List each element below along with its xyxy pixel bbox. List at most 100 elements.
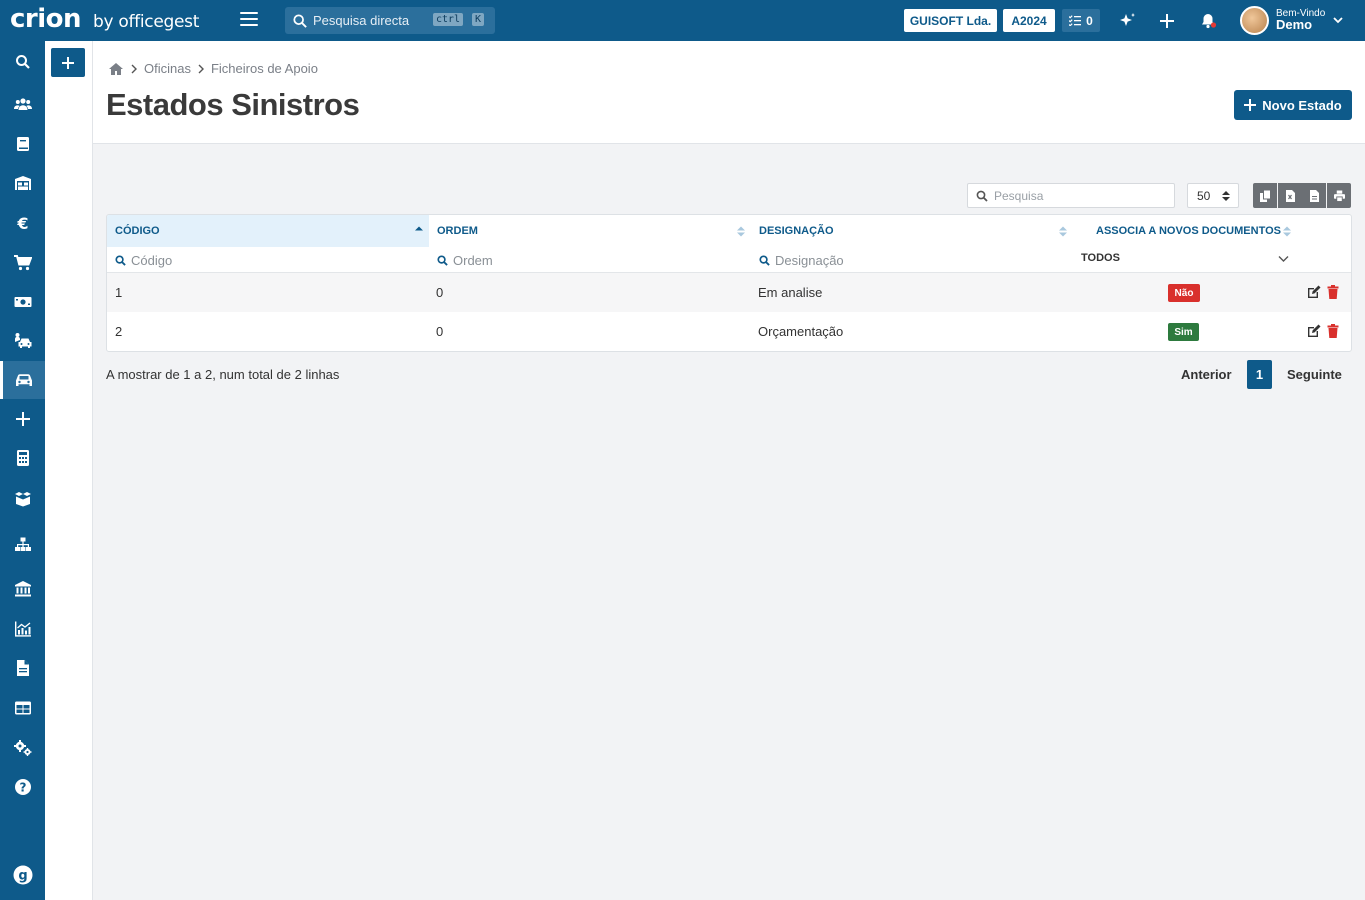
search-icon xyxy=(759,254,770,266)
excel-export-button[interactable] xyxy=(1278,183,1302,208)
breadcrumb-item-oficinas[interactable]: Oficinas xyxy=(144,61,191,76)
sidebar-item-warehouse[interactable] xyxy=(0,164,45,202)
chevron-down-icon[interactable] xyxy=(1332,14,1344,26)
data-table: Código Ordem Designação Associa a novos … xyxy=(106,214,1352,352)
cell-designacao: Em analise xyxy=(758,285,823,300)
sidebar-item-inventory[interactable] xyxy=(0,479,45,517)
table-search-placeholder: Pesquisa xyxy=(994,188,1044,203)
sidebar-item-shop[interactable] xyxy=(0,244,45,282)
copy-icon xyxy=(1259,189,1271,202)
chevron-right-icon xyxy=(131,64,137,73)
sidebar: € ? g xyxy=(0,41,45,900)
filter-associa-select[interactable]: TODOS xyxy=(1081,252,1120,264)
brand-by: by officegest xyxy=(93,12,200,32)
year-selector[interactable]: A2024 xyxy=(1003,9,1055,32)
user-name: Demo xyxy=(1276,17,1313,32)
kbd-k: K xyxy=(472,13,485,26)
column-header-codigo[interactable]: Código xyxy=(107,215,429,247)
cell-codigo: 1 xyxy=(115,285,123,300)
pagination-page-1[interactable]: 1 xyxy=(1247,360,1272,389)
sidebar-item-rentals[interactable] xyxy=(0,322,45,360)
sort-arrows-icon xyxy=(1222,191,1230,201)
pagination-previous[interactable]: Anterior xyxy=(1181,367,1232,382)
page-size-value: 50 xyxy=(1197,188,1211,203)
sidebar-item-cash[interactable] xyxy=(0,283,45,321)
sidebar-item-organization[interactable] xyxy=(0,526,45,564)
book-icon xyxy=(16,137,29,151)
column-header-associa[interactable]: Associa a novos documentos xyxy=(1089,215,1299,247)
plus-icon[interactable] xyxy=(1157,11,1177,31)
plus-icon xyxy=(62,56,74,69)
sidebar-item-more[interactable] xyxy=(0,400,45,438)
cart-icon xyxy=(13,255,32,271)
column-header-label: Associa a novos documentos xyxy=(1096,225,1281,237)
sparkle-icon[interactable] xyxy=(1118,11,1138,31)
table-info: A mostrar de 1 a 2, num total de 2 linha… xyxy=(106,367,340,382)
officegest-logo-icon: g xyxy=(13,865,32,885)
tasks-button[interactable]: 0 xyxy=(1062,9,1100,32)
breadcrumb-item-ficheiros[interactable]: Ficheiros de Apoio xyxy=(211,61,318,76)
edit-icon[interactable] xyxy=(1307,285,1321,299)
filter-placeholder: Ordem xyxy=(453,252,493,268)
column-header-designacao[interactable]: Designação xyxy=(751,215,1073,247)
sidebar-item-customers[interactable] xyxy=(0,85,45,123)
euro-icon: € xyxy=(16,214,28,232)
help-icon: ? xyxy=(14,779,31,795)
calculator-icon xyxy=(16,450,29,466)
pdf-export-button[interactable] xyxy=(1302,183,1326,208)
sidebar-item-finance[interactable]: € xyxy=(0,204,45,242)
print-button[interactable] xyxy=(1327,183,1351,208)
sidebar-item-settings[interactable] xyxy=(0,729,45,767)
table-search-input[interactable]: Pesquisa xyxy=(967,183,1175,208)
bell-icon[interactable] xyxy=(1198,11,1218,31)
users-icon xyxy=(13,98,32,110)
sidebar-item-help[interactable]: ? xyxy=(0,768,45,806)
svg-text:?: ? xyxy=(19,781,26,795)
sub-navigation xyxy=(45,41,93,900)
sidebar-item-calculator[interactable] xyxy=(0,439,45,477)
global-search[interactable]: Pesquisa directa ctrl K xyxy=(285,7,495,34)
trash-icon[interactable] xyxy=(1326,324,1340,338)
file-excel-icon xyxy=(1285,189,1295,202)
user-menu[interactable]: Bem-Vindo Demo xyxy=(1276,8,1325,32)
kbd-ctrl: ctrl xyxy=(433,13,464,26)
table-row: 2 0 Orçamentação Sim xyxy=(107,312,1351,351)
filter-designacao-input[interactable]: Designação xyxy=(751,247,1073,273)
chevron-down-icon[interactable] xyxy=(1278,255,1289,263)
new-state-button[interactable]: Novo Estado xyxy=(1234,90,1352,120)
sitemap-icon xyxy=(14,537,31,551)
pagination-next[interactable]: Seguinte xyxy=(1287,367,1342,382)
sidebar-item-workshops[interactable] xyxy=(0,361,45,399)
car-icon xyxy=(16,374,32,386)
edit-icon[interactable] xyxy=(1307,324,1321,338)
sidebar-item-tables[interactable] xyxy=(0,689,45,727)
home-icon[interactable] xyxy=(108,62,124,76)
cell-ordem: 0 xyxy=(436,324,444,339)
filter-ordem-input[interactable]: Ordem xyxy=(429,247,751,273)
search-icon xyxy=(976,190,988,202)
menu-toggle-icon[interactable] xyxy=(240,12,258,28)
car-person-icon xyxy=(14,333,31,348)
filter-codigo-input[interactable]: Código xyxy=(107,247,429,273)
table-row: 1 0 Em analise Não xyxy=(107,273,1351,312)
company-selector[interactable]: GUISOFT Lda. xyxy=(904,9,997,32)
bank-icon xyxy=(14,581,31,597)
sidebar-item-analytics[interactable] xyxy=(0,610,45,648)
page-size-select[interactable]: 50 xyxy=(1187,183,1239,208)
quick-add-button[interactable] xyxy=(51,48,85,77)
new-state-label: Novo Estado xyxy=(1262,97,1342,113)
trash-icon[interactable] xyxy=(1326,285,1340,299)
sidebar-item-documents[interactable] xyxy=(0,125,45,163)
chart-icon xyxy=(14,621,31,637)
sidebar-item-search[interactable] xyxy=(0,43,45,81)
copy-button[interactable] xyxy=(1253,183,1277,208)
box-open-icon xyxy=(14,492,31,507)
app-logo[interactable]: crion by officegest xyxy=(10,4,199,34)
plus-icon xyxy=(15,412,30,426)
column-header-ordem[interactable]: Ordem xyxy=(429,215,751,247)
warehouse-icon xyxy=(14,176,31,190)
avatar[interactable] xyxy=(1240,6,1269,35)
sidebar-item-banking[interactable] xyxy=(0,570,45,608)
sidebar-item-officegest[interactable]: g xyxy=(0,856,45,894)
sidebar-item-files[interactable] xyxy=(0,649,45,687)
